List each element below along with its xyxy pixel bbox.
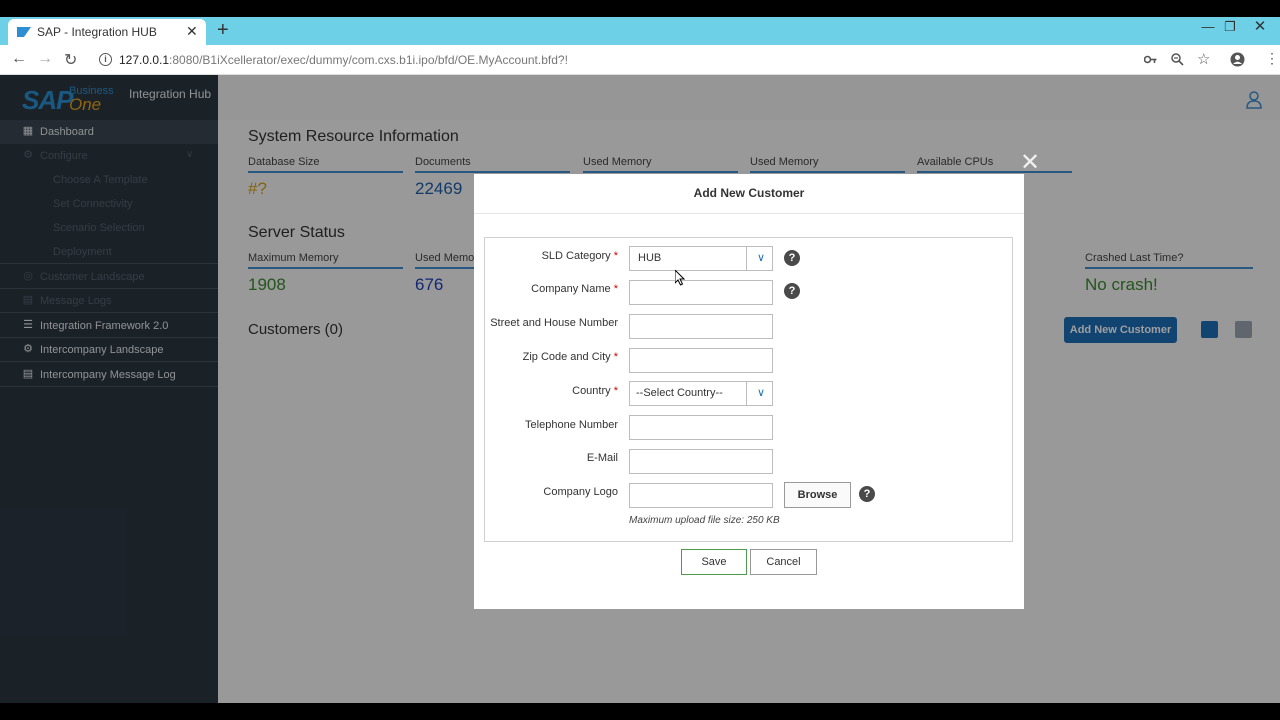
forward-arrow-icon[interactable]: →: [37, 50, 53, 68]
cancel-button[interactable]: Cancel: [750, 549, 817, 575]
sld-category-select[interactable]: HUB ∨: [629, 246, 773, 271]
reload-icon[interactable]: ↻: [64, 50, 77, 70]
window-minimize-icon[interactable]: —: [1198, 18, 1218, 36]
help-icon[interactable]: ?: [784, 283, 800, 299]
back-arrow-icon[interactable]: ←: [11, 50, 27, 68]
tab-title: SAP - Integration HUB: [37, 25, 157, 39]
browser-tab-strip: SAP - Integration HUB ✕ + — ❐ ✕: [0, 17, 1280, 45]
zip-city-label: Zip Code and City *: [522, 351, 618, 363]
help-icon[interactable]: ?: [784, 250, 800, 266]
company-name-input[interactable]: [629, 280, 773, 305]
upload-size-note: Maximum upload file size: 250 KB: [629, 515, 780, 526]
company-name-label: Company Name *: [531, 283, 618, 295]
company-logo-label: Company Logo: [543, 486, 618, 498]
profile-icon[interactable]: [1230, 52, 1245, 67]
url-field[interactable]: 127.0.0.1:8080/B1iXcellerator/exec/dummy…: [119, 53, 568, 67]
help-icon[interactable]: ?: [859, 486, 875, 502]
bookmark-star-icon[interactable]: ☆: [1197, 50, 1210, 68]
street-input[interactable]: [629, 314, 773, 339]
zoom-icon[interactable]: [1171, 53, 1184, 66]
chevron-down-icon: ∨: [756, 252, 765, 264]
site-info-icon[interactable]: i: [99, 53, 112, 66]
add-customer-dialog: Add New Customer SLD Category * HUB ∨ ? …: [474, 174, 1024, 609]
modal-close-icon[interactable]: ✕: [1020, 151, 1040, 175]
country-label: Country *: [572, 385, 618, 397]
save-button[interactable]: Save: [681, 549, 747, 575]
url-path: :8080/B1iXcellerator/exec/dummy/com.cxs.…: [169, 53, 568, 67]
url-host: 127.0.0.1: [119, 53, 170, 67]
window-restore-icon[interactable]: ❐: [1220, 18, 1240, 36]
window-close-icon[interactable]: ✕: [1250, 18, 1270, 36]
street-label: Street and House Number: [490, 317, 618, 329]
os-bottom-bar: [0, 703, 1280, 720]
browse-button[interactable]: Browse: [784, 482, 851, 508]
company-logo-input[interactable]: [629, 483, 773, 508]
telephone-label: Telephone Number: [525, 419, 618, 431]
telephone-input[interactable]: [629, 415, 773, 440]
key-icon[interactable]: [1144, 54, 1157, 65]
country-select[interactable]: --Select Country-- ∨: [629, 381, 773, 406]
sap-favicon-icon: [17, 27, 31, 37]
email-input[interactable]: [629, 449, 773, 474]
tab-close-icon[interactable]: ✕: [186, 23, 198, 40]
mouse-cursor-icon: [675, 270, 685, 286]
zip-city-input[interactable]: [629, 348, 773, 373]
browser-menu-icon[interactable]: ⋮: [1265, 50, 1279, 67]
browser-tab[interactable]: SAP - Integration HUB ✕: [8, 19, 206, 45]
dialog-divider: [474, 213, 1024, 214]
sld-category-value: HUB: [638, 252, 662, 264]
dialog-title: Add New Customer: [693, 186, 805, 200]
browser-address-bar: ← → ↻ i 127.0.0.1:8080/B1iXcellerator/ex…: [0, 45, 1280, 75]
sld-category-label: SLD Category *: [541, 250, 618, 262]
country-value: --Select Country--: [636, 387, 723, 399]
email-label: E-Mail: [586, 452, 618, 464]
customer-form: SLD Category * HUB ∨ ? Company Name * ? …: [484, 237, 1013, 542]
new-tab-icon[interactable]: +: [217, 19, 229, 42]
os-top-bar: [0, 0, 1280, 17]
chevron-down-icon: ∨: [756, 387, 765, 399]
